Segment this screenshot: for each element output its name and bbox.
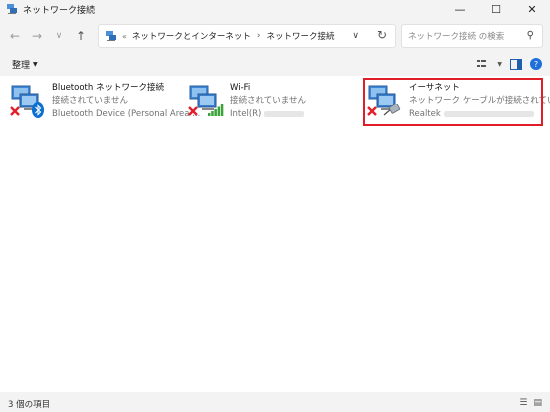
network-connections-icon — [7, 4, 17, 14]
item-count: 3 個の項目 — [8, 400, 51, 410]
wifi-signal-icon — [208, 104, 224, 116]
recent-locations-button[interactable]: ∨ — [48, 25, 70, 47]
window-controls: — ☐ ✕ — [442, 0, 550, 18]
caret-down-icon: ▼ — [33, 60, 38, 68]
back-button[interactable]: ← — [4, 25, 26, 47]
status-bar: 3 個の項目 ☰ ▤ — [0, 396, 550, 412]
maximize-button[interactable]: ☐ — [478, 0, 514, 18]
address-bar[interactable]: « ネットワークとインターネット › ネットワーク接続 ∨ ↻ — [98, 24, 396, 48]
tiles-view-icon[interactable]: ▤ — [533, 398, 542, 408]
item-device-text: Intel(R) — [230, 109, 262, 119]
search-placeholder: ネットワーク接続 の検索 — [408, 32, 505, 42]
list-item-bluetooth[interactable]: Bluetooth ネットワーク接続 接続されていません Bluetooth D… — [10, 82, 200, 128]
item-text: Wi-Fi 接続されていません Intel(R) — [230, 82, 306, 121]
minimize-button[interactable]: — — [442, 0, 478, 18]
item-name: Bluetooth ネットワーク接続 — [52, 83, 164, 93]
change-view-icon[interactable] — [477, 59, 489, 69]
up-button[interactable]: ↑ — [70, 25, 92, 47]
bluetooth-icon — [32, 102, 44, 118]
organize-button[interactable]: 整理 ▼ — [12, 58, 38, 71]
network-adapter-icon — [10, 82, 48, 120]
breadcrumb-network-internet[interactable]: ネットワークとインターネット — [132, 30, 251, 42]
chevron-down-icon[interactable]: ∨ — [352, 31, 359, 41]
redacted-text — [264, 110, 305, 117]
highlight-box — [363, 78, 543, 126]
item-text: Bluetooth ネットワーク接続 接続されていません Bluetooth D… — [52, 82, 200, 121]
item-status: 接続されていません — [52, 96, 128, 106]
disconnected-x-icon — [10, 106, 20, 116]
refresh-icon[interactable]: ↻ — [377, 28, 387, 42]
list-item-wifi[interactable]: Wi-Fi 接続されていません Intel(R) — [188, 82, 358, 128]
view-options-caret-icon[interactable]: ▼ — [497, 61, 502, 68]
preview-pane-icon[interactable] — [510, 58, 522, 70]
item-device: Bluetooth Device (Personal Area ... — [52, 109, 201, 119]
disconnected-x-icon — [188, 106, 198, 116]
organize-label: 整理 — [12, 60, 31, 71]
search-icon[interactable]: ⚲ — [527, 30, 534, 41]
network-adapter-icon — [188, 82, 226, 120]
breadcrumb-network-connections[interactable]: ネットワーク接続 — [267, 30, 335, 42]
item-status: 接続されていません — [230, 96, 306, 106]
close-button[interactable]: ✕ — [514, 0, 550, 18]
details-view-icon[interactable]: ☰ — [519, 398, 527, 408]
svg-text:?: ? — [534, 60, 538, 69]
chevron-right-icon[interactable]: › — [257, 31, 261, 41]
breadcrumb-overflow[interactable]: « — [122, 32, 127, 41]
view-toggle-group: ☰ ▤ — [519, 398, 542, 408]
window-title: ネットワーク接続 — [23, 5, 96, 16]
forward-button[interactable]: → — [26, 25, 48, 47]
toolbar-right: ▼ ? — [477, 54, 542, 74]
title-bar: ネットワーク接続 — ☐ ✕ — [0, 0, 550, 18]
command-bar: 整理 ▼ ▼ ? — [0, 54, 550, 74]
help-icon[interactable]: ? — [530, 58, 542, 70]
item-device: Intel(R) — [230, 108, 306, 121]
item-name: Wi-Fi — [230, 83, 251, 93]
search-input[interactable]: ネットワーク接続 の検索 ⚲ — [401, 24, 543, 48]
network-connections-icon — [106, 31, 116, 41]
